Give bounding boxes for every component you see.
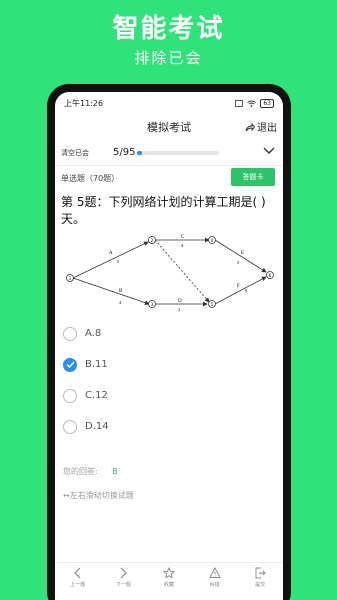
option-label: D.14 xyxy=(85,421,109,432)
share-icon xyxy=(245,122,255,131)
option-label: C.12 xyxy=(85,390,108,401)
submit-button[interactable]: 提交 xyxy=(245,567,275,588)
next-question-button[interactable]: 下一题 xyxy=(108,567,138,588)
report-error-button[interactable]: 纠错 xyxy=(200,567,230,588)
network-diagram: 1 2 3 4 5 6 A 5 B 4 C 4 D 2 E 5 F 6 xyxy=(66,235,274,312)
svg-text:5: 5 xyxy=(211,302,214,307)
activity-duration: 5 xyxy=(117,259,120,264)
app-screen: 上午11:26 63 模拟考试 退出 清空已会 5/95 单选题（70题） 答题… xyxy=(55,92,283,600)
promo-title: 智能考试 xyxy=(112,14,225,44)
bottom-nav: 上一题 下一题 收藏 纠错 提交 xyxy=(55,562,283,600)
chevron-down-icon[interactable] xyxy=(263,146,275,156)
nav-label: 收藏 xyxy=(163,582,174,588)
radio-checked-icon[interactable] xyxy=(63,357,77,372)
swipe-hint: ↔左右滑动切换试题 xyxy=(63,491,134,500)
warning-icon xyxy=(208,567,221,578)
radio-icon[interactable] xyxy=(63,326,77,341)
activity-label: E xyxy=(241,251,244,256)
activity-label: C xyxy=(181,235,185,240)
exit-button[interactable]: 退出 xyxy=(245,119,277,134)
status-time: 上午11:26 xyxy=(64,98,104,108)
answer-label: 您的回答: xyxy=(63,467,98,476)
status-bar: 上午11:26 63 xyxy=(55,92,283,114)
top-nav: 模拟考试 退出 xyxy=(55,114,283,140)
alarm-icon xyxy=(235,99,244,107)
favorite-button[interactable]: 收藏 xyxy=(154,567,184,588)
progress-bar xyxy=(137,150,220,155)
exit-icon xyxy=(255,567,266,579)
radio-icon[interactable] xyxy=(63,419,77,434)
chevron-right-icon xyxy=(120,567,128,579)
activity-duration: 6 xyxy=(245,288,248,293)
radio-icon[interactable] xyxy=(63,388,77,403)
diagram-node: 6 xyxy=(266,271,274,279)
activity-label: F xyxy=(237,284,240,289)
battery-icon: 63 xyxy=(260,98,274,108)
question-type: 单选题（70题） xyxy=(61,173,120,183)
question-type-row: 单选题（70题） 答题卡 xyxy=(55,166,283,190)
star-icon xyxy=(162,567,175,579)
nav-label: 下一题 xyxy=(115,582,131,588)
page-title: 模拟考试 xyxy=(147,121,191,134)
option-label: B.11 xyxy=(85,359,108,370)
nav-label: 提交 xyxy=(255,582,266,588)
activity-duration: 4 xyxy=(181,243,184,248)
answer-card-button[interactable]: 答题卡 xyxy=(231,168,275,186)
svg-text:1: 1 xyxy=(69,276,72,281)
option-a[interactable]: A.8 xyxy=(55,318,283,349)
diagram-node: 1 xyxy=(66,274,74,282)
activity-label: A xyxy=(109,251,113,256)
nav-label: 上一题 xyxy=(70,582,86,588)
diagram-node: 2 xyxy=(148,236,156,244)
option-c[interactable]: C.12 xyxy=(55,380,283,411)
diagram-node: 4 xyxy=(208,236,216,244)
answer-value: B xyxy=(112,467,118,476)
chevron-left-icon xyxy=(73,567,81,579)
wifi-icon xyxy=(247,100,257,107)
diagram-node: 5 xyxy=(208,300,216,308)
option-label: A.8 xyxy=(85,328,102,339)
svg-text:4: 4 xyxy=(211,238,214,243)
status-icons: 63 xyxy=(235,98,274,108)
activity-label: B xyxy=(119,289,123,294)
svg-text:3: 3 xyxy=(151,302,154,307)
option-d[interactable]: D.14 xyxy=(55,411,283,442)
option-b[interactable]: B.11 xyxy=(55,349,283,380)
options-list: A.8 B.11 C.12 D.14 xyxy=(55,318,283,442)
question-text: 第 5题：下列网络计划的计算工期是( )天。 xyxy=(61,195,266,226)
activity-label: D xyxy=(178,299,182,304)
activity-duration: 4 xyxy=(119,300,122,305)
diagram-node: 3 xyxy=(148,300,156,308)
clear-known-button[interactable]: 清空已会 xyxy=(61,148,89,158)
promo-subtitle: 排除已会 xyxy=(134,49,203,67)
exit-label: 退出 xyxy=(257,123,277,134)
svg-text:2: 2 xyxy=(151,238,154,243)
activity-duration: 5 xyxy=(237,260,240,265)
activity-duration: 2 xyxy=(178,307,180,312)
progress-count: 5/95 xyxy=(113,147,136,158)
svg-text:6: 6 xyxy=(269,273,272,278)
your-answer: 您的回答: B xyxy=(55,442,283,486)
progress-fill xyxy=(137,150,142,155)
progress-row: 清空已会 5/95 xyxy=(55,140,283,166)
nav-label: 纠错 xyxy=(209,582,220,588)
prev-question-button[interactable]: 上一题 xyxy=(63,567,93,588)
